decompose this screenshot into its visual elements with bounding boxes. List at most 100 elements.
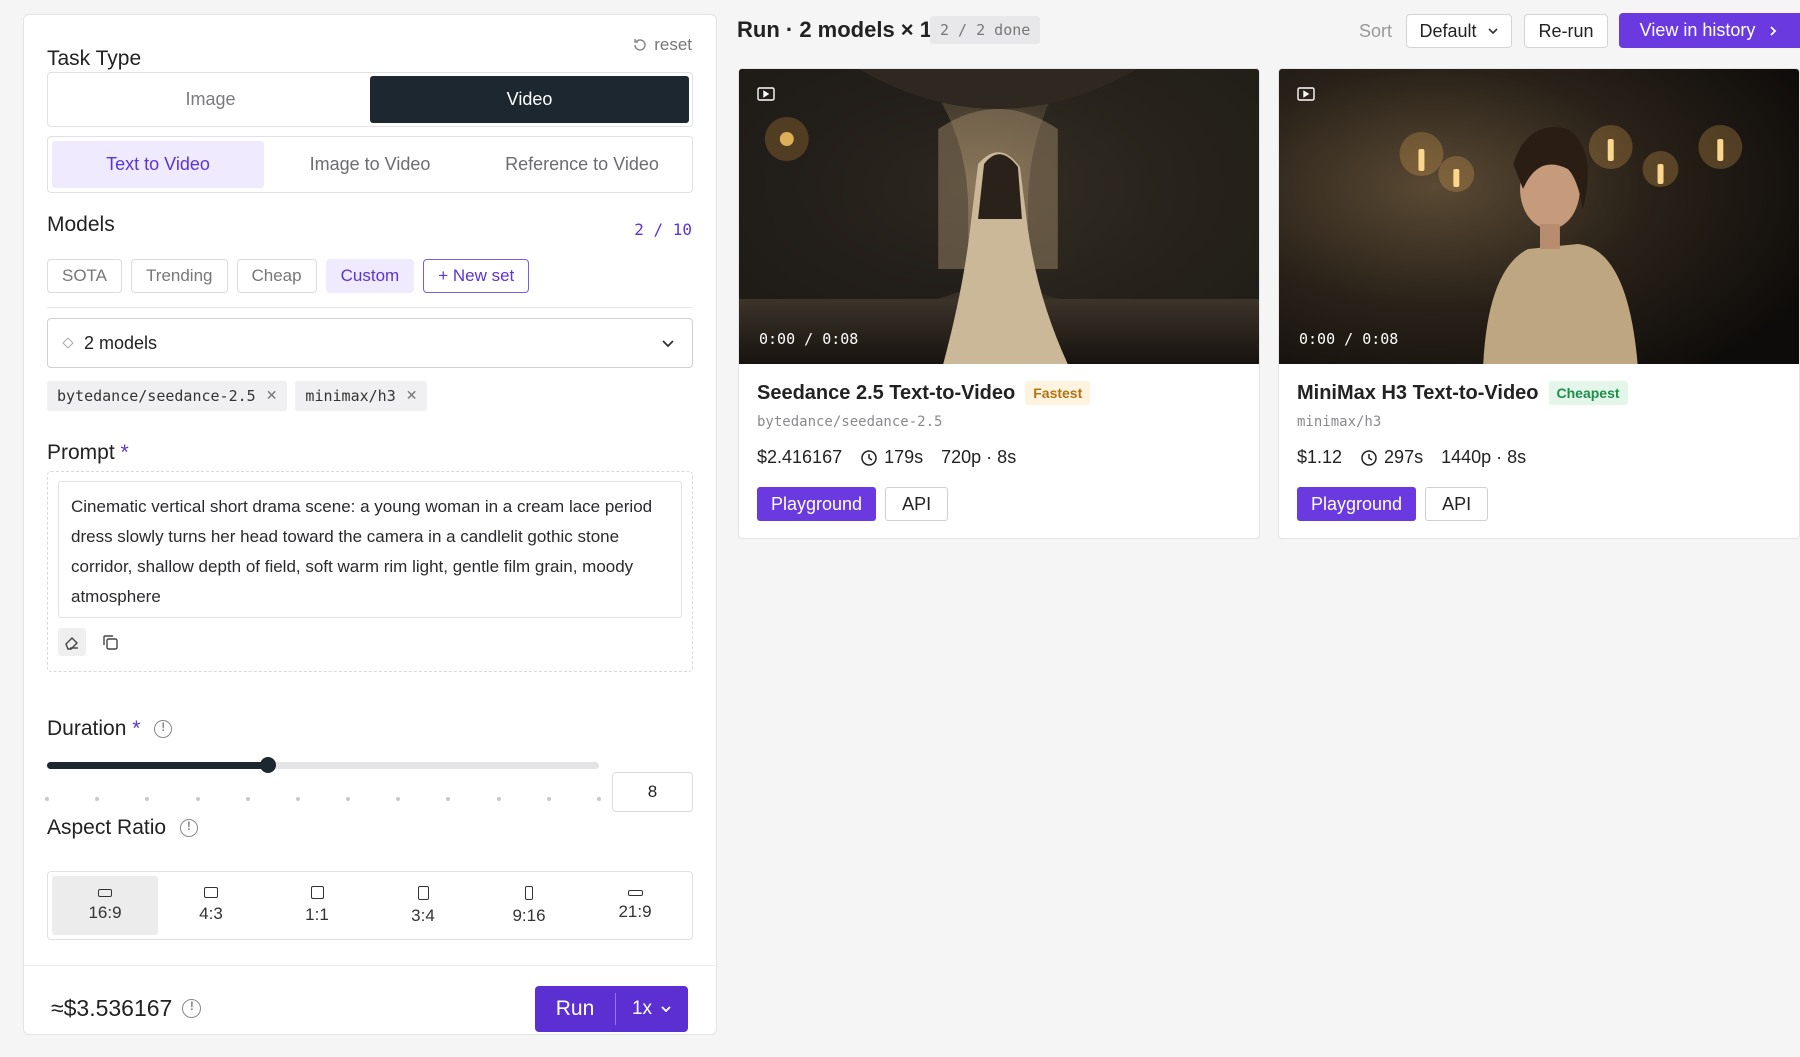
model-title: MiniMax H3 Text-to-Video: [1297, 381, 1539, 404]
video-player[interactable]: 0:00 / 0:08: [1279, 69, 1799, 364]
model-presets: SOTA Trending Cheap Custom + New set: [47, 259, 530, 293]
slider-tick: [346, 797, 351, 801]
ratio-option-16-9[interactable]: 16:9: [52, 876, 158, 935]
api-button[interactable]: API: [885, 487, 949, 521]
tab-reference-to-video[interactable]: Reference to Video: [476, 141, 688, 188]
video-timecode: 0:00 / 0:08: [1299, 330, 1399, 348]
clear-prompt-button[interactable]: [58, 628, 86, 656]
slider-fill: [47, 762, 268, 769]
ratio-1-1-icon: [310, 886, 324, 899]
rerun-button[interactable]: Re-run: [1524, 14, 1608, 48]
card-actions: Playground API: [1297, 487, 1489, 521]
generation-time-value: 297s: [1384, 447, 1424, 467]
slider-tick: [546, 797, 551, 801]
models-select[interactable]: 2 models: [47, 318, 693, 368]
playground-button[interactable]: Playground: [1297, 487, 1417, 521]
duration-input[interactable]: 8: [612, 772, 693, 812]
video-spec: 1440p · 8s: [1441, 447, 1527, 467]
video-icon: [757, 87, 775, 101]
model-slug: bytedance/seedance-2.5: [757, 414, 943, 430]
prompt-textarea[interactable]: Cinematic vertical short drama scene: a …: [58, 481, 682, 618]
preset-custom[interactable]: Custom: [325, 259, 415, 293]
sort-label: Sort: [1359, 21, 1393, 41]
ratio-3-4-icon: [417, 885, 429, 900]
result-card: 0:00 / 0:08 MiniMax H3 Text-to-Video Che…: [1278, 68, 1800, 539]
ratio-4-3-icon: [204, 887, 218, 898]
ratio-label: 16:9: [88, 902, 122, 922]
prompt-container: Cinematic vertical short drama scene: a …: [47, 471, 693, 672]
estimated-cost: ≈$3.536167: [51, 995, 202, 1022]
card-title-row: Seedance 2.5 Text-to-Video Fastest: [757, 381, 1091, 405]
chevron-down-icon: [662, 340, 674, 348]
sort-value: Default: [1419, 20, 1477, 41]
multiplier-dropdown[interactable]: 1x: [616, 998, 688, 1020]
result-card: 0:00 / 0:08 Seedance 2.5 Text-to-Video F…: [738, 68, 1260, 539]
api-button[interactable]: API: [1425, 487, 1489, 521]
ratio-option-21-9[interactable]: 21:9: [582, 876, 688, 935]
reset-icon: [634, 39, 646, 51]
slider-tick: [295, 797, 300, 801]
slider-tick: [446, 797, 451, 801]
ratio-label: 1:1: [305, 905, 329, 924]
chevron-down-icon: [1487, 28, 1498, 35]
sort-select[interactable]: Default: [1406, 14, 1512, 48]
info-icon[interactable]: [179, 819, 198, 838]
clock-icon: [861, 449, 877, 466]
view-history-button[interactable]: View in history: [1619, 13, 1800, 48]
generation-time-value: 179s: [884, 447, 924, 467]
duration-title-text: Duration: [47, 717, 127, 740]
slider-ticks: [45, 797, 601, 801]
ratio-option-1-1[interactable]: 1:1: [264, 876, 370, 935]
ratio-21-9-icon: [627, 889, 643, 896]
type-option-image[interactable]: Image: [51, 76, 370, 123]
copy-prompt-button[interactable]: [96, 628, 124, 656]
slider-tick: [195, 797, 200, 801]
slider-thumb[interactable]: [259, 757, 276, 773]
preset-cheap[interactable]: Cheap: [236, 259, 317, 293]
new-set-button[interactable]: + New set: [423, 259, 530, 293]
clock-icon: [1361, 449, 1377, 466]
models-title: Models: [47, 213, 115, 236]
tab-image-to-video[interactable]: Image to Video: [264, 141, 476, 188]
models-select-value: 2 models: [84, 332, 158, 353]
prompt-tools: [58, 628, 124, 656]
info-icon[interactable]: [154, 720, 173, 739]
required-mark: *: [132, 717, 141, 740]
selected-models: bytedance/seedance-2.5 ✕ minimax/h3 ✕: [47, 381, 428, 411]
ratio-option-4-3[interactable]: 4:3: [158, 876, 264, 935]
aspect-ratio-selector: 16:9 4:3 1:1 3:4 9:16 21:9: [47, 871, 693, 940]
tab-text-to-video[interactable]: Text to Video: [52, 141, 264, 188]
type-option-video[interactable]: Video: [370, 76, 689, 123]
info-icon[interactable]: [182, 999, 202, 1018]
model-tag: bytedance/seedance-2.5 ✕: [47, 381, 288, 411]
footer-divider: [24, 965, 716, 966]
model-tag-label: minimax/h3: [305, 387, 396, 405]
video-timecode: 0:00 / 0:08: [759, 330, 859, 348]
generation-time: 179s: [860, 447, 923, 468]
preset-sota[interactable]: SOTA: [47, 259, 123, 293]
model-title: Seedance 2.5 Text-to-Video: [757, 381, 1016, 404]
card-title-row: MiniMax H3 Text-to-Video Cheapest: [1297, 381, 1628, 405]
generation-time: 297s: [1360, 447, 1423, 468]
run-button[interactable]: Run: [535, 997, 615, 1021]
playground-button[interactable]: Playground: [757, 487, 877, 521]
model-price: $2.416167: [757, 447, 843, 467]
run-button-group: Run 1x: [535, 986, 688, 1032]
duration-title: Duration *: [47, 717, 173, 741]
reset-button[interactable]: reset: [632, 35, 692, 55]
remove-icon[interactable]: ✕: [406, 388, 418, 404]
run-title: Run · 2 models × 1: [737, 17, 932, 42]
card-actions: Playground API: [757, 487, 949, 521]
view-history-label: View in history: [1639, 20, 1756, 40]
video-player[interactable]: 0:00 / 0:08: [739, 69, 1259, 364]
remove-icon[interactable]: ✕: [266, 388, 278, 404]
chevron-right-icon: [1770, 25, 1777, 36]
card-meta: $2.416167 179s 720p · 8s: [757, 447, 1016, 468]
copy-icon: [103, 635, 118, 650]
duration-slider[interactable]: [47, 757, 599, 773]
multiplier-value: 1x: [631, 998, 653, 1019]
ratio-option-9-16[interactable]: 9:16: [476, 876, 582, 935]
video-thumbnail: [739, 69, 1259, 364]
ratio-option-3-4[interactable]: 3:4: [370, 876, 476, 935]
preset-trending[interactable]: Trending: [131, 259, 228, 293]
